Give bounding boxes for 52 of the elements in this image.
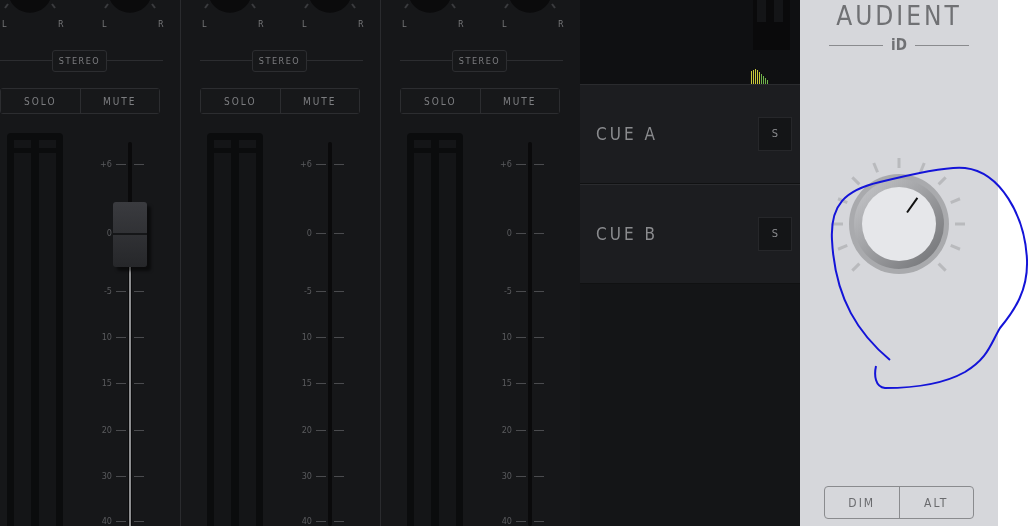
mute-button[interactable]: MUTE (79, 89, 159, 113)
pan-label: L (202, 19, 207, 29)
pan-knob[interactable] (204, 0, 256, 13)
pan-knob[interactable] (504, 0, 556, 13)
pan-label: L (102, 19, 107, 29)
pan-label: R (158, 19, 164, 29)
model-label: iD (891, 36, 907, 54)
mute-button[interactable]: MUTE (479, 89, 559, 113)
scale-label: +6 (300, 159, 312, 169)
cue-solo-button[interactable]: S (758, 216, 792, 251)
scale-label: 10 (101, 332, 112, 342)
scale-label: 20 (301, 425, 312, 435)
scale-label: -5 (303, 286, 312, 296)
scale-label: +6 (100, 159, 112, 169)
scale-label: 15 (301, 378, 312, 388)
scale-label: 20 (501, 425, 512, 435)
stereo-button[interactable]: STEREO (451, 50, 508, 72)
pan-knob[interactable] (404, 0, 456, 13)
scale-label: -5 (503, 286, 512, 296)
pan-label: R (358, 19, 364, 29)
pan-label: L (302, 19, 307, 29)
fader-handle[interactable] (113, 202, 147, 268)
scale-label: 20 (101, 425, 112, 435)
scale-label: 30 (501, 471, 512, 481)
scale-label: 30 (101, 471, 112, 481)
pan-label: L (2, 19, 7, 29)
pan-label: R (458, 19, 464, 29)
scale-label: 10 (501, 332, 512, 342)
scale-label: 10 (301, 332, 312, 342)
scale-label: 30 (301, 471, 312, 481)
brand-logo: AUDIENT (836, 1, 962, 31)
pan-label: L (502, 19, 507, 29)
stereo-button[interactable]: STEREO (251, 50, 308, 72)
pan-label: R (258, 19, 264, 29)
stereo-button[interactable]: STEREO (51, 50, 108, 72)
scale-label: -5 (103, 286, 112, 296)
scale-label: 15 (101, 378, 112, 388)
scale-label: 15 (501, 378, 512, 388)
pan-label: L (402, 19, 407, 29)
dim-button[interactable]: DIM (825, 487, 899, 518)
cue-solo-button[interactable]: S (758, 116, 792, 151)
pan-knob[interactable] (304, 0, 356, 13)
pan-knob[interactable] (4, 0, 56, 13)
pan-knob[interactable] (104, 0, 156, 13)
alt-button[interactable]: ALT (898, 487, 973, 518)
pan-label: R (58, 19, 64, 29)
mute-button[interactable]: MUTE (279, 89, 359, 113)
level-bars-icon (751, 69, 769, 84)
cue-label: CUE A (596, 124, 658, 144)
cue-label: CUE B (596, 224, 658, 244)
scale-label: +6 (500, 159, 512, 169)
pan-label: R (558, 19, 564, 29)
